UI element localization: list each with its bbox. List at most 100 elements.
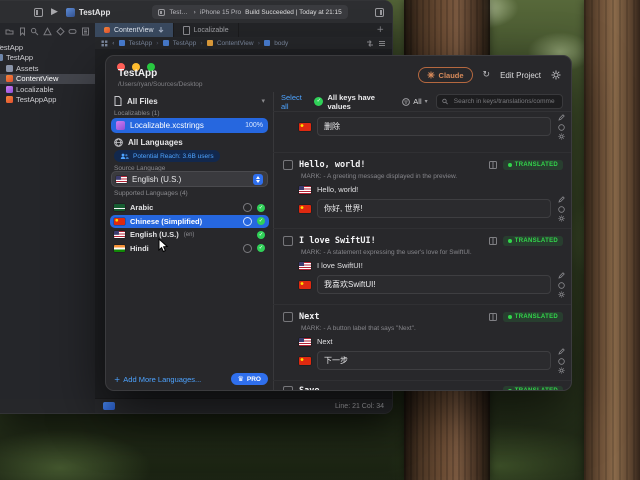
search-field[interactable] <box>436 94 563 109</box>
edit-icon[interactable] <box>558 196 565 203</box>
destination-name[interactable]: iPhone 15 Pro <box>200 9 241 16</box>
entry-checkbox[interactable] <box>283 236 293 246</box>
breadcrumb-item[interactable]: TestApp <box>129 40 153 47</box>
language-row-arabic[interactable]: Arabic ✓ <box>110 201 269 215</box>
approve-circle-icon[interactable] <box>558 206 565 213</box>
settings-gear-icon[interactable] <box>558 133 565 140</box>
translated-badge: TRANSLATED <box>503 312 563 322</box>
chevron-down-icon: ▾ <box>425 98 428 105</box>
translated-check-icon: ✓ <box>257 231 265 239</box>
us-flag-icon <box>116 176 127 183</box>
language-list: Arabic ✓ Chinese (Simplified) ✓ English … <box>106 201 273 255</box>
source-language-select[interactable]: English (U.S.) <box>111 171 268 187</box>
breadcrumb-item[interactable]: TestApp <box>173 40 197 47</box>
all-files-row[interactable]: All Files ▾ <box>106 94 273 108</box>
edit-project-button[interactable]: Edit Project <box>500 71 541 80</box>
translated-check-icon: ✓ <box>257 217 265 225</box>
issue-navigator-icon[interactable] <box>43 27 52 36</box>
entry-checkbox[interactable] <box>283 160 293 170</box>
language-row-english[interactable]: English (U.S.) (en) ✓ <box>110 228 269 242</box>
window-header: TestApp /Users/ryan/Sources/Desktop Clau… <box>106 56 571 92</box>
file-tree-row-assets[interactable]: Assets <box>0 63 95 74</box>
xcstrings-file-row[interactable]: Localizable.xcstrings 100% <box>111 118 268 133</box>
settings-gear-icon[interactable] <box>558 291 565 298</box>
code-review-icon[interactable] <box>366 40 374 47</box>
columns-icon[interactable] <box>489 161 497 169</box>
adjust-editor-icon[interactable] <box>378 40 386 47</box>
project-navigator-icon[interactable] <box>5 27 14 36</box>
test-navigator-icon[interactable] <box>56 27 65 36</box>
bookmark-navigator-icon[interactable] <box>18 27 27 36</box>
entry-key: I love SwiftUI! <box>299 236 376 246</box>
source-string-row: Hello, world! <box>299 185 563 194</box>
scheme-device-pill[interactable]: TestApp › iPhone 15 Pro Build Succeeded … <box>152 5 347 19</box>
build-status: Build Succeeded | Today at 21:15 <box>245 9 342 16</box>
navigator-panel: TestApp TestApp Assets ContentView Local… <box>0 23 96 399</box>
entry-checkbox[interactable] <box>283 386 293 390</box>
translation-input[interactable]: 下一步 <box>317 351 551 370</box>
language-row-chinese[interactable]: Chinese (Simplified) ✓ <box>110 215 269 229</box>
new-tab-button[interactable]: + <box>368 23 392 37</box>
pro-button[interactable]: ♛ PRO <box>231 373 268 385</box>
approve-circle-icon[interactable] <box>558 124 565 131</box>
editor-options-icon[interactable] <box>103 402 115 410</box>
tab-contentview[interactable]: ContentView <box>95 23 174 37</box>
tab-pin-icon[interactable] <box>158 27 164 34</box>
claude-button[interactable]: Claude <box>418 67 473 83</box>
file-tree-row-localizable[interactable]: Localizable <box>0 84 95 95</box>
scheme-name[interactable]: TestApp <box>169 9 189 16</box>
columns-icon[interactable] <box>489 313 497 321</box>
breadcrumb-item[interactable]: body <box>274 40 288 47</box>
translation-input[interactable]: 你好, 世界! <box>317 199 551 218</box>
project-icon <box>119 40 125 46</box>
all-languages-row[interactable]: All Languages <box>106 136 273 149</box>
find-navigator-icon[interactable] <box>30 27 39 36</box>
review-ring-icon[interactable] <box>243 203 252 212</box>
run-button[interactable]: ▶ <box>51 8 58 17</box>
review-ring-icon[interactable] <box>243 244 252 253</box>
inspector-toggle-icon[interactable] <box>375 8 384 17</box>
file-tree-row-group[interactable]: TestApp <box>0 53 95 64</box>
search-input[interactable] <box>452 97 557 106</box>
china-flag-icon <box>299 357 311 365</box>
select-all-button[interactable]: Select all <box>281 93 306 111</box>
entry-comment: MARK: - A button label that says "Next". <box>301 325 563 332</box>
related-items-icon[interactable] <box>101 40 108 47</box>
settings-gear-icon[interactable] <box>558 215 565 222</box>
translation-row: 下一步 <box>299 351 551 370</box>
file-tree-row-project[interactable]: TestApp <box>0 42 95 53</box>
report-navigator-icon[interactable] <box>81 27 90 36</box>
columns-icon[interactable] <box>489 237 497 245</box>
file-tree-row-contentview[interactable]: ContentView <box>0 74 95 85</box>
translated-badge: TRANSLATED <box>503 236 563 246</box>
approve-circle-icon[interactable] <box>558 282 565 289</box>
edit-icon[interactable] <box>558 348 565 355</box>
gear-icon[interactable] <box>551 70 561 80</box>
translation-input[interactable]: 删除 <box>317 117 551 136</box>
add-languages-button[interactable]: + Add More Languages... <box>114 375 201 384</box>
tab-localizable[interactable]: Localizable <box>174 23 239 37</box>
settings-gear-icon[interactable] <box>558 367 565 374</box>
refresh-icon[interactable]: ↻ <box>483 70 491 80</box>
debug-navigator-icon[interactable] <box>68 27 77 36</box>
filter-dropdown[interactable]: All ▾ <box>402 97 427 106</box>
india-flag-icon <box>114 245 125 252</box>
globe-icon <box>114 138 123 147</box>
approve-circle-icon[interactable] <box>558 358 565 365</box>
string-entries-list: 删除 Hello, world! TRANSLATED <box>273 112 571 390</box>
review-ring-icon[interactable] <box>243 217 252 226</box>
language-row-hindi[interactable]: Hindi ✓ <box>110 242 269 256</box>
entry-checkbox[interactable] <box>283 312 293 322</box>
swift-file-icon <box>104 27 110 33</box>
back-chevron-icon[interactable]: ‹ <box>112 39 115 47</box>
navigator-toggle-icon[interactable] <box>34 8 43 17</box>
edit-icon[interactable] <box>558 272 565 279</box>
translation-tools <box>558 196 565 222</box>
edit-icon[interactable] <box>558 114 565 121</box>
translation-input[interactable]: 我喜欢SwiftUI! <box>317 275 551 294</box>
file-tree-row-testappapp[interactable]: TestAppApp <box>0 95 95 106</box>
breadcrumb-separator: › <box>258 39 261 47</box>
entry-comment: MARK: - A statement expressing the user'… <box>301 249 563 256</box>
breadcrumb-item[interactable]: ContentView <box>217 40 254 47</box>
crown-icon: ♛ <box>238 375 244 383</box>
